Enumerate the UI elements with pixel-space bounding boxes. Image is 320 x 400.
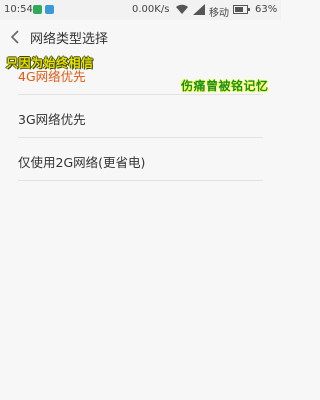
app-notification-icon bbox=[33, 5, 42, 14]
app-notification-icon bbox=[45, 5, 54, 14]
status-time: 10:54 bbox=[4, 4, 33, 15]
option-3g-preferred[interactable]: 3G网络优先 bbox=[18, 109, 86, 128]
overlay-caption-right: 伤痛曾被铭记忆 bbox=[181, 79, 269, 93]
battery-icon bbox=[233, 5, 250, 14]
page-title: 网络类型选择 bbox=[30, 32, 109, 47]
battery-percentage: 63% bbox=[255, 4, 278, 15]
chevron-left-icon[interactable] bbox=[8, 28, 22, 46]
option-4g-preferred[interactable]: 4G网络优先 bbox=[18, 66, 86, 85]
divider bbox=[18, 180, 263, 181]
status-bar: 10:54 0.00K/s 移动 63% bbox=[0, 0, 281, 20]
signal-icon bbox=[193, 4, 205, 15]
option-2g-only[interactable]: 仅使用2G网络(更省电) bbox=[18, 152, 145, 171]
network-speed: 0.00K/s bbox=[132, 4, 170, 15]
header-bar: 网络类型选择 bbox=[0, 20, 281, 54]
divider bbox=[18, 94, 263, 95]
divider bbox=[18, 137, 263, 138]
carrier-name: 移动 bbox=[209, 8, 229, 19]
wifi-icon bbox=[176, 4, 188, 14]
